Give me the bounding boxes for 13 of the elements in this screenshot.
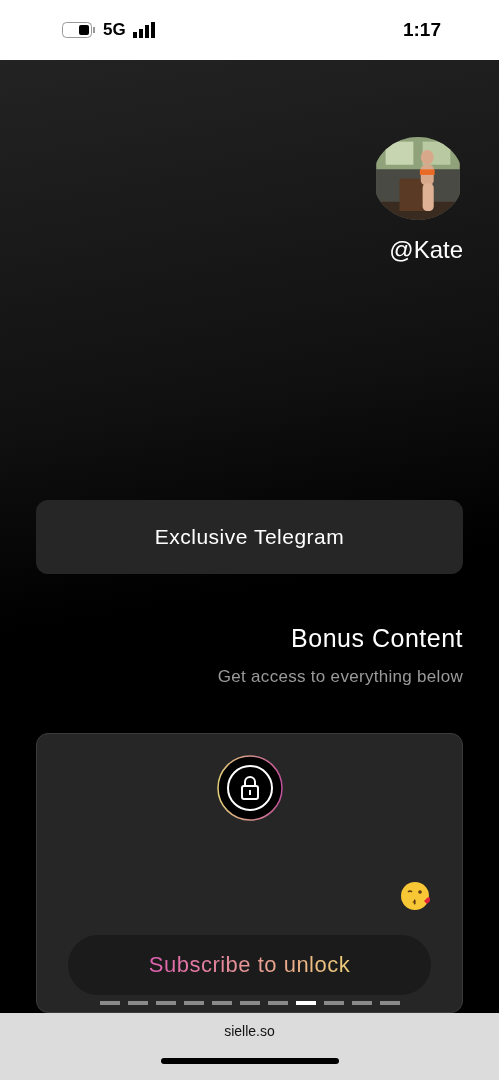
battery-icon <box>62 22 96 38</box>
page-indicator[interactable] <box>295 1001 316 1006</box>
network-label: 5G <box>103 20 126 40</box>
section-title: Bonus Content <box>291 624 463 654</box>
profile-handle: @Kate <box>389 236 463 265</box>
status-time: 1:17 <box>402 19 441 41</box>
kissing-face-icon <box>400 881 430 912</box>
lock-icon <box>216 755 283 822</box>
telegram-link-button[interactable]: Exclusive Telegram <box>36 500 463 575</box>
signal-icon <box>132 22 157 38</box>
url-text[interactable]: sielle.so <box>224 1023 275 1039</box>
subscribe-button[interactable]: Subscribe to unlock <box>68 935 431 996</box>
section-subtitle: Get access to everything below <box>217 667 463 688</box>
